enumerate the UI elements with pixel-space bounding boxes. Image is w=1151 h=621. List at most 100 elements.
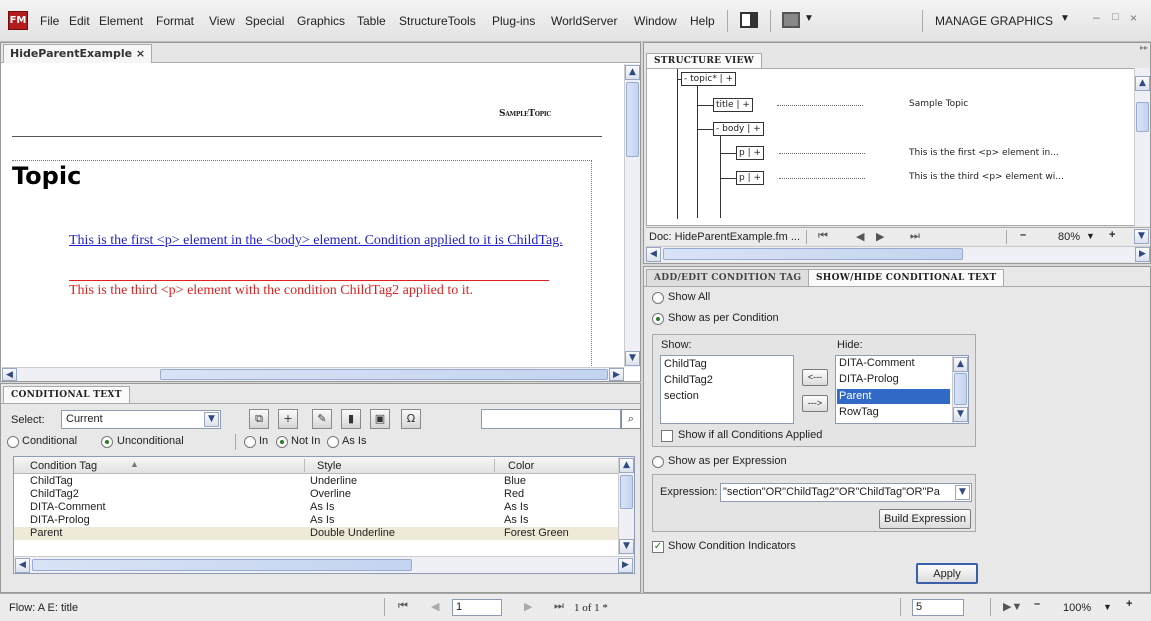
table-vertical-scrollbar[interactable]: ▲ ▼ xyxy=(618,457,634,555)
tab-add-edit-condition[interactable]: ADD/EDIT CONDITION TAG xyxy=(646,269,810,286)
selected-list-item[interactable]: Parent xyxy=(837,389,950,404)
list-item[interactable]: DITA-Prolog xyxy=(839,373,899,385)
zoom-in-icon[interactable]: + xyxy=(1109,229,1115,241)
apply-button[interactable]: Apply xyxy=(916,563,978,584)
scroll-up-icon[interactable]: ▲ xyxy=(619,458,634,473)
delete-trash-icon[interactable]: ▮ xyxy=(341,409,361,429)
scroll-down-icon[interactable]: ▼ xyxy=(625,351,640,366)
list-item[interactable]: DITA-Comment xyxy=(839,357,915,369)
scroll-right-icon[interactable]: ▶ xyxy=(1135,247,1150,262)
table-row[interactable]: ChildTag Underline Blue xyxy=(14,475,618,488)
scroll-up-icon[interactable]: ▲ xyxy=(625,65,640,80)
page-input[interactable]: 1 xyxy=(452,599,502,616)
unconditional-radio[interactable] xyxy=(101,436,113,448)
document-horizontal-scrollbar[interactable]: ◀ ▶ xyxy=(2,367,624,381)
chevron-down-icon[interactable]: ▼ xyxy=(1103,602,1112,612)
sort-asc-icon[interactable]: ▲ xyxy=(130,459,139,469)
zoom-out-icon[interactable]: – xyxy=(1020,229,1026,241)
menu-structuretools[interactable]: StructureTools xyxy=(399,14,476,28)
scroll-right-icon[interactable]: ▶ xyxy=(609,368,624,381)
apply-condition-icon[interactable]: ⧉ xyxy=(249,409,269,429)
show-list[interactable]: ChildTag ChildTag2 section xyxy=(660,355,794,424)
scroll-thumb[interactable] xyxy=(663,248,963,260)
minimize-icon[interactable]: – xyxy=(1093,10,1100,24)
scroll-up-icon[interactable]: ▲ xyxy=(953,357,968,372)
show-indicators-checkbox[interactable]: ✓ xyxy=(652,541,664,553)
new-condition-icon[interactable]: + xyxy=(278,409,298,429)
column-header-condition-tag[interactable]: Condition Tag xyxy=(30,460,97,472)
maximize-icon[interactable]: □ xyxy=(1112,11,1119,23)
move-to-hide-button[interactable]: ---> xyxy=(802,395,828,412)
tab-structure-view[interactable]: STRUCTURE VIEW xyxy=(646,53,763,68)
scroll-thumb[interactable] xyxy=(626,82,639,157)
search-input[interactable] xyxy=(481,409,621,429)
table-horizontal-scrollbar[interactable]: ◀ ▶ xyxy=(14,556,634,573)
paragraph-childtag[interactable]: This is the first <p> element in the <bo… xyxy=(69,232,594,250)
expression-dropdown[interactable]: "section"OR"ChildTag2"OR"ChildTag"OR"Pa … xyxy=(720,483,972,502)
tab-conditional-text[interactable]: CONDITIONAL TEXT xyxy=(3,386,130,403)
menu-plugins[interactable]: Plug-ins xyxy=(492,14,535,28)
show-per-expression-radio[interactable] xyxy=(652,456,664,468)
prev-icon[interactable]: ◀ xyxy=(856,230,864,243)
last-page-icon[interactable]: ⏭ xyxy=(554,600,564,613)
zoom-value[interactable]: 100% xyxy=(1063,602,1091,614)
menu-edit[interactable]: Edit xyxy=(69,14,90,28)
next-page-icon[interactable]: ▶ xyxy=(524,600,532,613)
menu-window[interactable]: Window xyxy=(634,14,677,28)
settings-icon[interactable]: ▣ xyxy=(370,409,390,429)
zoom-out-icon[interactable]: – xyxy=(1034,598,1040,610)
conditional-radio[interactable] xyxy=(7,436,19,448)
scroll-thumb[interactable] xyxy=(954,373,967,405)
chevron-down-icon[interactable]: ▼ xyxy=(1060,13,1070,24)
document-tab[interactable]: HideParentExample × xyxy=(3,44,153,63)
asis-radio[interactable] xyxy=(327,436,339,448)
structure-vertical-scrollbar[interactable]: ▲ xyxy=(1134,68,1150,226)
scroll-down-icon[interactable]: ▼ xyxy=(619,539,634,554)
scroll-left-icon[interactable]: ◀ xyxy=(15,558,30,573)
tab-show-hide-conditional[interactable]: SHOW/HIDE CONDITIONAL TEXT xyxy=(808,269,1005,286)
hide-list[interactable]: DITA-Comment DITA-Prolog Parent RowTag ▲… xyxy=(835,355,969,424)
tree-node-p[interactable]: p | + xyxy=(736,171,765,185)
scroll-left-icon[interactable]: ◀ xyxy=(646,247,661,262)
structure-tree[interactable]: - topic* | + title | + Sample Topic - bo… xyxy=(646,68,1136,226)
chevron-down-icon[interactable]: ▼ xyxy=(955,485,970,500)
hide-list-scrollbar[interactable]: ▲ ▼ xyxy=(952,356,968,423)
scroll-down-icon[interactable]: ▼ xyxy=(953,407,968,422)
in-radio[interactable] xyxy=(244,436,256,448)
column-header-color[interactable]: Color xyxy=(508,460,534,472)
scroll-up-icon[interactable]: ▲ xyxy=(1135,76,1150,91)
menu-help[interactable]: Help xyxy=(690,14,715,28)
menu-special[interactable]: Special xyxy=(245,14,284,28)
last-icon[interactable]: ⏭ xyxy=(910,230,920,243)
scroll-down-icon[interactable]: ▼ xyxy=(1134,229,1149,244)
column-header-style[interactable]: Style xyxy=(317,460,341,472)
table-row[interactable]: DITA-Comment As Is As Is xyxy=(14,501,618,514)
refresh-icon[interactable]: Ω xyxy=(401,409,421,429)
menu-graphics[interactable]: Graphics xyxy=(297,14,345,28)
zoom-value[interactable]: 80% xyxy=(1058,231,1080,243)
table-row[interactable]: DITA-Prolog As Is As Is xyxy=(14,514,618,527)
menu-view[interactable]: View xyxy=(209,14,235,28)
toggle-view-icon[interactable]: ▶▼ xyxy=(1003,600,1022,613)
structure-horizontal-scrollbar[interactable]: ◀ ▶ xyxy=(646,246,1150,262)
scroll-left-icon[interactable]: ◀ xyxy=(2,368,17,381)
show-if-all-checkbox[interactable] xyxy=(661,430,673,442)
document-vertical-scrollbar[interactable]: ▲ ▼ xyxy=(624,64,640,367)
expand-panel-icon[interactable]: ▸▸ xyxy=(1140,43,1148,52)
menu-table[interactable]: Table xyxy=(357,14,386,28)
paragraph-childtag2[interactable]: This is the third <p> element with the c… xyxy=(69,282,594,300)
zoom-in-icon[interactable]: + xyxy=(1126,598,1132,610)
table-row[interactable]: ChildTag2 Overline Red xyxy=(14,488,618,501)
chevron-down-icon[interactable]: ▼ xyxy=(204,412,219,427)
workspace-switcher[interactable]: MANAGE GRAPHICS xyxy=(935,14,1053,28)
document-canvas[interactable]: SampleTopic Topic This is the first <p> … xyxy=(2,64,624,367)
table-row[interactable]: Parent Double Underline Forest Green xyxy=(14,527,618,540)
list-item[interactable]: ChildTag2 xyxy=(664,374,713,386)
menu-element[interactable]: Element xyxy=(99,14,143,28)
scroll-thumb[interactable] xyxy=(160,369,608,380)
first-page-icon[interactable]: ⏮ xyxy=(398,600,408,613)
tree-node-title[interactable]: title | + xyxy=(713,98,753,112)
notin-radio[interactable] xyxy=(276,436,288,448)
prev-page-icon[interactable]: ◀ xyxy=(431,600,439,613)
scroll-thumb[interactable] xyxy=(1136,102,1149,132)
